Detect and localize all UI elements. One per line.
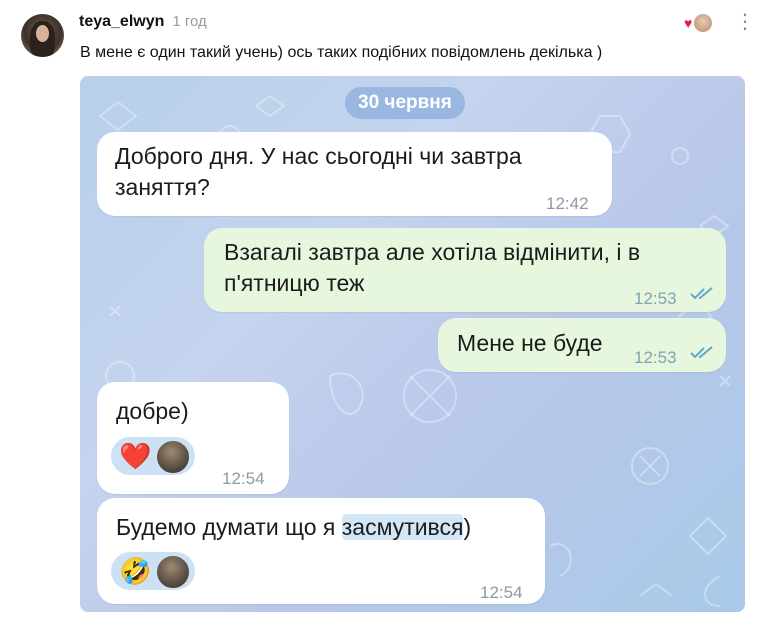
read-check-icon <box>690 346 713 359</box>
message-time: 12:53 <box>634 348 677 367</box>
reactor-avatar <box>156 555 190 589</box>
outgoing-message[interactable]: Взагалі завтра але хотіла відмінити, і в… <box>204 228 726 312</box>
message-time: 12:54 <box>222 469 265 488</box>
message-line: Взагалі завтра але хотіла відмінити, і в <box>224 239 641 265</box>
message-reaction[interactable]: 🤣 <box>111 552 195 590</box>
comment-reactions[interactable]: ♥ <box>684 12 714 33</box>
chat-screenshot: 30 червня Доброго дня. У нас сьогодні чи… <box>80 76 745 612</box>
comment-time: 1 год <box>172 13 207 30</box>
message-line: Мене не буде <box>457 330 603 356</box>
date-separator: 30 червня <box>345 87 465 119</box>
message-line: добре) <box>116 398 189 424</box>
message-time: 12:42 <box>546 194 589 213</box>
message-time: 12:53 <box>634 289 677 308</box>
reactor-avatar <box>693 13 713 33</box>
message-time: 12:54 <box>480 583 523 602</box>
incoming-message[interactable]: Доброго дня. У нас сьогодні чи завтра за… <box>97 132 612 216</box>
message-line: п'ятницю теж <box>224 270 365 296</box>
heart-icon: ♥ <box>684 15 693 31</box>
comment-post: teya_elwyn 1 год В мене є один такий уче… <box>0 0 766 624</box>
read-check-icon <box>690 287 713 300</box>
message-text: Будемо думати що я <box>116 514 342 540</box>
message-reaction[interactable]: ❤️ <box>111 437 195 475</box>
rofl-reaction-icon: 🤣 <box>119 556 152 586</box>
comment-header: teya_elwyn 1 год <box>79 13 207 31</box>
incoming-message[interactable]: добре) ❤️ 12:54 <box>97 382 289 494</box>
outgoing-message[interactable]: Мене не буде 12:53 <box>438 318 726 372</box>
incoming-message[interactable]: Будемо думати що я засмутився) 🤣 12:54 <box>97 498 545 604</box>
message-text-end: ) <box>463 514 472 540</box>
reactor-avatar <box>156 440 190 474</box>
message-line: заняття? <box>115 174 210 200</box>
comment-text: В мене є один такий учень) ось таких под… <box>80 44 603 61</box>
username[interactable]: teya_elwyn <box>79 13 164 31</box>
user-avatar[interactable] <box>21 14 64 57</box>
heart-reaction-icon: ❤️ <box>119 441 152 471</box>
highlighted-word[interactable]: засмутився <box>341 514 464 540</box>
more-icon[interactable]: ⋮ <box>735 9 756 34</box>
message-line: Доброго дня. У нас сьогодні чи завтра <box>115 143 522 169</box>
